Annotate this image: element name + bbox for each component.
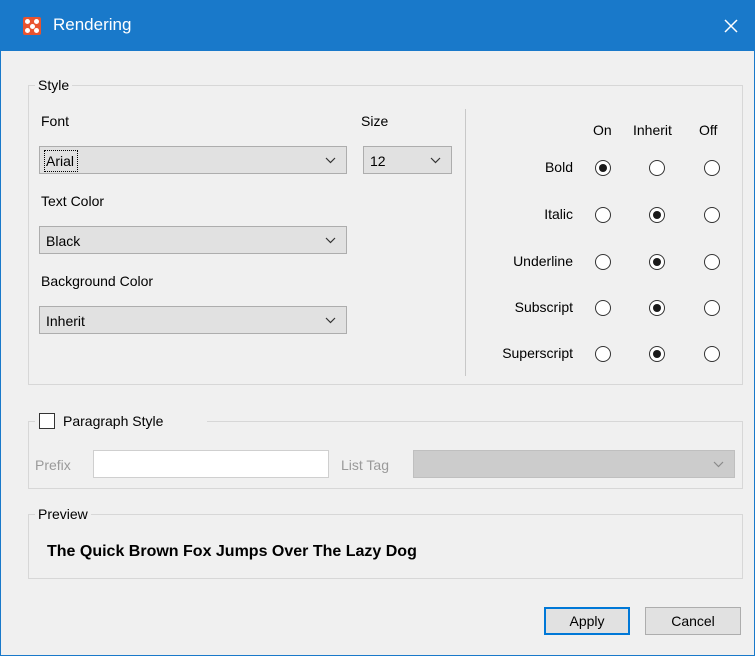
bold-off-radio[interactable] bbox=[704, 160, 720, 176]
close-icon bbox=[724, 19, 738, 33]
style-legend: Style bbox=[35, 76, 73, 94]
apply-button[interactable]: Apply bbox=[544, 607, 630, 635]
underline-off-radio[interactable] bbox=[704, 254, 720, 270]
background-color-value: Inherit bbox=[46, 313, 85, 329]
text-color-value: Black bbox=[46, 233, 81, 249]
subscript-label: Subscript bbox=[514, 299, 573, 315]
cancel-button[interactable]: Cancel bbox=[645, 607, 741, 635]
font-select[interactable]: Arial bbox=[39, 146, 347, 174]
superscript-on-radio[interactable] bbox=[595, 346, 611, 362]
background-color-select[interactable]: Inherit bbox=[39, 306, 347, 334]
chevron-down-icon bbox=[713, 461, 724, 468]
font-label: Font bbox=[41, 113, 70, 129]
preview-text: The Quick Brown Fox Jumps Over The Lazy … bbox=[47, 543, 417, 560]
style-divider bbox=[465, 109, 466, 376]
underline-inherit-radio[interactable] bbox=[649, 254, 665, 270]
list-tag-select[interactable] bbox=[413, 450, 735, 478]
underline-on-radio[interactable] bbox=[595, 254, 611, 270]
prefix-input[interactable] bbox=[93, 450, 329, 478]
paragraph-style-checkbox[interactable] bbox=[39, 413, 55, 429]
underline-label: Underline bbox=[513, 253, 573, 269]
bold-on-radio[interactable] bbox=[595, 160, 611, 176]
font-select-value: Arial bbox=[43, 150, 79, 172]
superscript-label: Superscript bbox=[502, 345, 573, 361]
app-grid-icon bbox=[23, 17, 41, 35]
bold-inherit-radio[interactable] bbox=[649, 160, 665, 176]
subscript-inherit-radio[interactable] bbox=[649, 300, 665, 316]
window-title: Rendering bbox=[53, 15, 132, 34]
size-select-value: 12 bbox=[370, 153, 386, 169]
column-header-off: Off bbox=[699, 122, 718, 138]
chevron-down-icon bbox=[325, 317, 336, 324]
text-color-label: Text Color bbox=[41, 193, 105, 209]
bold-label: Bold bbox=[544, 159, 573, 175]
size-label: Size bbox=[361, 113, 389, 129]
superscript-off-radio[interactable] bbox=[704, 346, 720, 362]
italic-off-radio[interactable] bbox=[704, 207, 720, 223]
close-button[interactable] bbox=[708, 1, 754, 51]
size-select[interactable]: 12 bbox=[363, 146, 452, 174]
italic-label: Italic bbox=[544, 206, 573, 222]
background-color-label: Background Color bbox=[41, 273, 154, 289]
chevron-down-icon bbox=[325, 157, 336, 164]
preview-legend: Preview bbox=[35, 505, 91, 523]
chevron-down-icon bbox=[325, 237, 336, 244]
column-header-inherit: Inherit bbox=[633, 122, 672, 138]
text-color-select[interactable]: Black bbox=[39, 226, 347, 254]
list-tag-label: List Tag bbox=[341, 457, 389, 473]
paragraph-style-label[interactable]: Paragraph Style bbox=[63, 412, 163, 430]
title-bar: Rendering bbox=[1, 1, 754, 51]
italic-on-radio[interactable] bbox=[595, 207, 611, 223]
prefix-label: Prefix bbox=[35, 457, 71, 473]
superscript-inherit-radio[interactable] bbox=[649, 346, 665, 362]
column-header-on: On bbox=[593, 122, 612, 138]
italic-inherit-radio[interactable] bbox=[649, 207, 665, 223]
subscript-on-radio[interactable] bbox=[595, 300, 611, 316]
chevron-down-icon bbox=[430, 157, 441, 164]
subscript-off-radio[interactable] bbox=[704, 300, 720, 316]
rendering-dialog: Rendering Style Font Size Arial 12 Text … bbox=[0, 0, 755, 656]
